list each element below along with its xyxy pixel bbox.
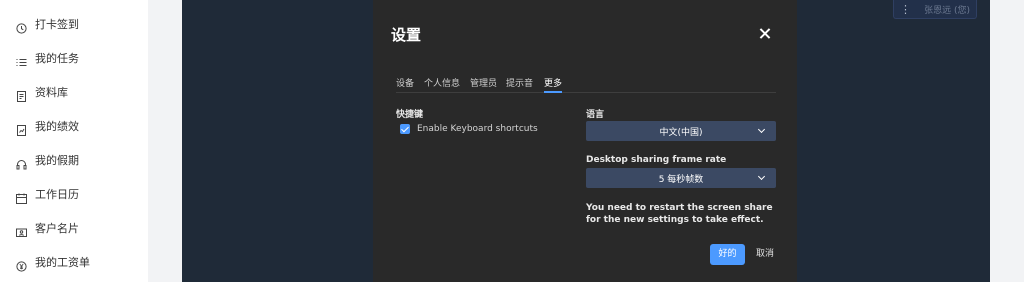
ok-button[interactable]: 好的 bbox=[710, 244, 745, 265]
list-icon bbox=[16, 53, 27, 66]
language-section-title: 语言 bbox=[586, 110, 605, 120]
participant-name: 张恩远 (您) bbox=[924, 5, 970, 16]
sidebar: 打卡签到 我的任务 资料库 我的绩效 我的假期 工作日历 客户名片 我的工资单 bbox=[0, 0, 148, 282]
sidebar-item-performance[interactable]: 我的绩效 bbox=[16, 116, 79, 136]
language-select[interactable]: 中文(中国) bbox=[586, 121, 776, 141]
calendar-icon bbox=[16, 189, 27, 204]
clock-icon bbox=[16, 19, 27, 34]
sidebar-item-checkin[interactable]: 打卡签到 bbox=[16, 14, 79, 34]
checkbox-checked[interactable] bbox=[400, 124, 410, 134]
document-icon bbox=[16, 87, 27, 102]
sidebar-item-label: 工作日历 bbox=[35, 188, 79, 201]
id-card-icon bbox=[16, 223, 27, 237]
tab-sounds[interactable]: 提示音 bbox=[506, 76, 533, 93]
checkbox-label: Enable Keyboard shortcuts bbox=[417, 124, 538, 134]
settings-tabs: 设备 个人信息 管理员 提示音 更多 bbox=[396, 76, 776, 93]
framerate-select[interactable]: 5 每秒帧数 bbox=[586, 168, 776, 188]
sidebar-item-label: 我的任务 bbox=[35, 52, 79, 65]
framerate-section-title: Desktop sharing frame rate bbox=[586, 155, 727, 165]
right-gutter bbox=[990, 0, 1024, 282]
keyboard-shortcuts-toggle[interactable]: Enable Keyboard shortcuts bbox=[400, 124, 538, 134]
report-icon bbox=[16, 121, 27, 136]
sidebar-item-cards[interactable]: 客户名片 bbox=[16, 218, 79, 238]
framerate-value: 5 每秒帧数 bbox=[658, 175, 704, 185]
sidebar-item-leave[interactable]: 我的假期 bbox=[16, 150, 79, 170]
currency-icon bbox=[16, 257, 27, 272]
tab-profile[interactable]: 个人信息 bbox=[424, 76, 460, 93]
tab-more[interactable]: 更多 bbox=[544, 76, 563, 93]
sidebar-gutter bbox=[148, 0, 182, 282]
sidebar-item-payslip[interactable]: 我的工资单 bbox=[16, 252, 90, 272]
tab-moderator[interactable]: 管理员 bbox=[470, 76, 497, 93]
settings-dialog: 设置 设备 个人信息 管理员 提示音 更多 快捷键 Enable Keyboar… bbox=[373, 0, 797, 282]
sidebar-item-label: 我的工资单 bbox=[35, 256, 90, 269]
cancel-button[interactable]: 取消 bbox=[753, 244, 777, 265]
sidebar-item-label: 资料库 bbox=[35, 86, 68, 99]
sidebar-item-label: 打卡签到 bbox=[35, 18, 79, 31]
sidebar-item-calendar[interactable]: 工作日历 bbox=[16, 184, 79, 204]
sidebar-item-label: 我的假期 bbox=[35, 154, 79, 167]
more-vertical-icon[interactable]: ⋮ bbox=[900, 4, 911, 15]
sidebar-item-tasks[interactable]: 我的任务 bbox=[16, 48, 79, 68]
headphones-icon bbox=[16, 155, 27, 169]
sidebar-item-label: 我的绩效 bbox=[35, 120, 79, 133]
tab-devices[interactable]: 设备 bbox=[396, 76, 414, 93]
dialog-title: 设置 bbox=[391, 26, 422, 44]
restart-note: You need to restart the screen share for… bbox=[586, 203, 773, 225]
close-icon[interactable] bbox=[756, 25, 774, 43]
language-value: 中文(中国) bbox=[659, 128, 703, 138]
shortcuts-section-title: 快捷键 bbox=[396, 110, 424, 120]
sidebar-item-label: 客户名片 bbox=[35, 222, 79, 235]
sidebar-item-library[interactable]: 资料库 bbox=[16, 82, 68, 102]
participant-tile[interactable]: ⋮ 张恩远 (您) bbox=[893, 0, 977, 19]
